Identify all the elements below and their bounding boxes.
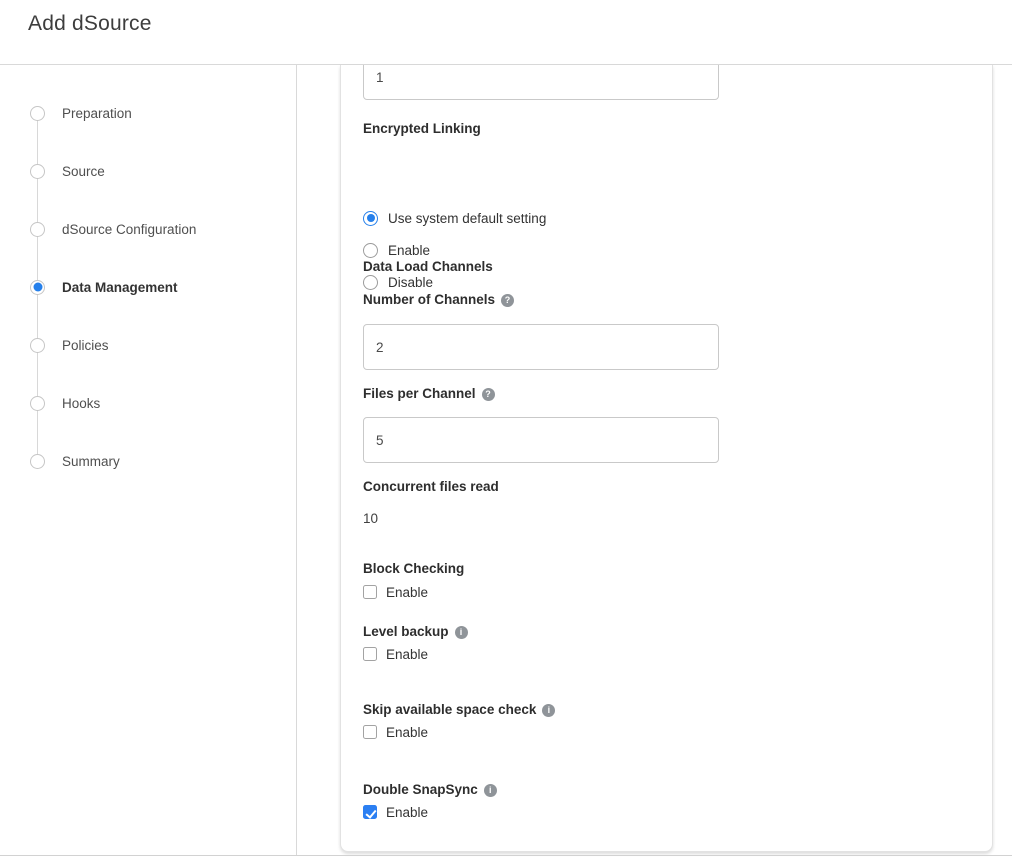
radio-icon[interactable] (363, 243, 378, 258)
checkbox-label: Enable (386, 805, 428, 820)
step-label: dSource Configuration (62, 222, 196, 237)
concurrent-files-read-label: Concurrent files read (363, 479, 499, 495)
checkbox-checked-icon[interactable] (363, 805, 377, 819)
checkbox-label: Enable (386, 585, 428, 600)
number-of-channels-label: Number of Channels ? (363, 292, 514, 308)
step-label: Preparation (62, 106, 132, 121)
skip-available-space-check-label: Skip available space check i (363, 702, 555, 718)
level-backup-enable-checkbox[interactable]: Enable (363, 646, 428, 662)
radio-label: Disable (388, 275, 433, 290)
help-icon[interactable]: ? (482, 388, 495, 401)
step-circle-active-icon[interactable] (30, 280, 45, 295)
block-checking-enable-checkbox[interactable]: Enable (363, 584, 428, 600)
info-icon[interactable]: i (542, 704, 555, 717)
footer-divider (0, 855, 1012, 856)
encrypted-linking-label: Encrypted Linking (363, 121, 481, 137)
sidebar-item-dsource-configuration[interactable]: dSource Configuration (0, 221, 196, 237)
step-circle-icon[interactable] (30, 396, 45, 411)
step-circle-icon[interactable] (30, 338, 45, 353)
truncated-number-input[interactable] (363, 65, 719, 100)
info-icon[interactable]: i (484, 784, 497, 797)
radio-enable[interactable]: Enable (363, 242, 430, 258)
files-per-channel-input[interactable] (363, 417, 719, 463)
sidebar-item-source[interactable]: Source (0, 163, 105, 179)
sidebar-item-data-management[interactable]: Data Management (0, 279, 178, 295)
concurrent-files-read-value: 10 (363, 511, 378, 527)
level-backup-label: Level backup i (363, 624, 468, 640)
step-label: Source (62, 164, 105, 179)
step-circle-icon[interactable] (30, 454, 45, 469)
step-label: Data Management (62, 280, 178, 295)
checkbox-icon[interactable] (363, 647, 377, 661)
number-of-channels-input[interactable] (363, 324, 719, 370)
skip-available-space-check-enable-checkbox[interactable]: Enable (363, 724, 428, 740)
wizard-stepper: Preparation Source dSource Configuration… (0, 65, 297, 855)
step-label: Policies (62, 338, 109, 353)
radio-icon[interactable] (363, 275, 378, 290)
page-title: Add dSource (28, 12, 152, 36)
sidebar-item-summary[interactable]: Summary (0, 453, 120, 469)
checkbox-label: Enable (386, 725, 428, 740)
data-load-channels-heading: Data Load Channels (363, 259, 493, 275)
checkbox-icon[interactable] (363, 725, 377, 739)
sidebar-item-policies[interactable]: Policies (0, 337, 109, 353)
step-label: Summary (62, 454, 120, 469)
radio-icon[interactable] (363, 211, 378, 226)
step-circle-icon[interactable] (30, 106, 45, 121)
radio-disable[interactable]: Disable (363, 274, 433, 290)
sidebar-item-preparation[interactable]: Preparation (0, 105, 132, 121)
help-icon[interactable]: ? (501, 294, 514, 307)
data-management-form-panel: Encrypted Linking Use system default set… (340, 65, 993, 852)
double-snapsync-label: Double SnapSync i (363, 782, 497, 798)
radio-label: Use system default setting (388, 211, 546, 226)
block-checking-label: Block Checking (363, 561, 464, 577)
radio-use-system-default[interactable]: Use system default setting (363, 210, 546, 226)
step-label: Hooks (62, 396, 100, 411)
double-snapsync-enable-checkbox[interactable]: Enable (363, 804, 428, 820)
checkbox-label: Enable (386, 647, 428, 662)
radio-label: Enable (388, 243, 430, 258)
step-circle-icon[interactable] (30, 164, 45, 179)
info-icon[interactable]: i (455, 626, 468, 639)
files-per-channel-label: Files per Channel ? (363, 386, 495, 402)
sidebar-item-hooks[interactable]: Hooks (0, 395, 100, 411)
checkbox-icon[interactable] (363, 585, 377, 599)
step-circle-icon[interactable] (30, 222, 45, 237)
